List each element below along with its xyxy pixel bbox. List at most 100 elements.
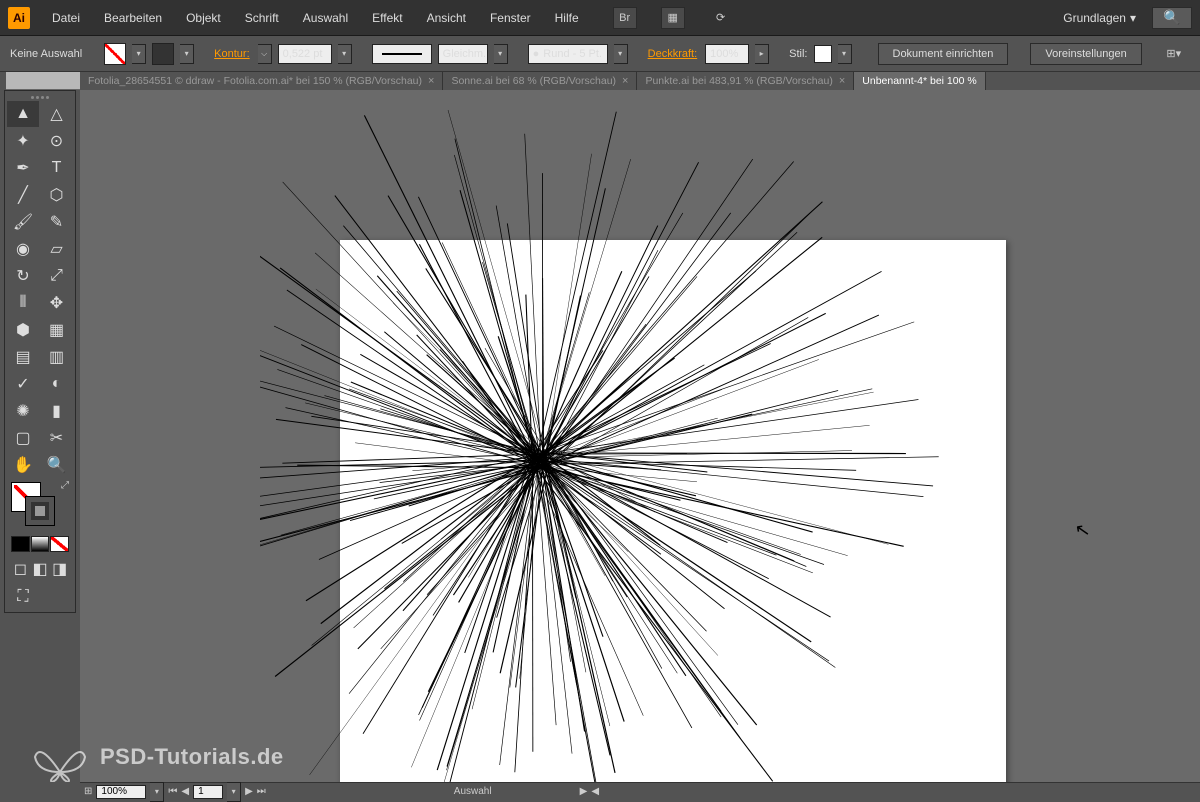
tool-paintbrush[interactable]: 🖌 (7, 209, 39, 235)
sync-icon[interactable]: ⟳ (709, 7, 733, 29)
color-mode-solid[interactable] (11, 536, 30, 552)
preferences-button[interactable]: Voreinstellungen (1030, 43, 1141, 65)
menu-effekt[interactable]: Effekt (362, 5, 412, 31)
stroke-profile[interactable] (372, 44, 432, 64)
brush-select[interactable]: ● Rund - 5 Pt. (528, 44, 608, 64)
draw-normal[interactable]: ◻ (11, 556, 30, 582)
tool-magic-wand[interactable]: ✦ (7, 128, 39, 154)
stroke-weight-dropdown[interactable]: ▾ (338, 44, 352, 64)
tab-fotolia[interactable]: Fotolia_28654551 © ddraw - Fotolia.com.a… (80, 72, 443, 90)
panel-grip[interactable] (7, 93, 73, 101)
chevron-down-icon: ▾ (1130, 11, 1136, 25)
opacity-input[interactable]: 100% (705, 44, 749, 64)
artboard (340, 240, 1006, 782)
fill-swatch[interactable] (104, 43, 126, 65)
deckkraft-label: Deckkraft: (648, 48, 698, 60)
fill-dropdown[interactable]: ▾ (132, 44, 146, 64)
canvas[interactable] (80, 90, 1200, 782)
tool-line[interactable]: ╱ (7, 182, 39, 208)
color-mode-gradient[interactable] (31, 536, 50, 552)
menu-objekt[interactable]: Objekt (176, 5, 231, 31)
menu-hilfe[interactable]: Hilfe (545, 5, 589, 31)
prev-page-icon[interactable]: ◀ (181, 786, 189, 797)
close-icon[interactable]: × (839, 75, 845, 87)
draw-inside[interactable]: ◨ (50, 556, 69, 582)
style-swatch[interactable] (814, 45, 832, 63)
swap-colors-icon[interactable]: ⤢ (61, 480, 69, 491)
tool-direct-selection[interactable]: △ (41, 101, 73, 127)
opacity-dropdown[interactable]: ▸ (755, 44, 769, 64)
workspace-switcher[interactable]: Grundlagen ▾ (1053, 7, 1146, 29)
align-icon[interactable]: ⊞▾ (1162, 43, 1186, 65)
tool-zoom[interactable]: 🔍 (41, 452, 73, 478)
brush-dropdown[interactable]: ▾ (614, 44, 628, 64)
control-bar: Keine Auswahl ▾ ▾ Kontur: ⌵ 0,522 pt ▾ G… (0, 36, 1200, 72)
color-mode-none[interactable] (50, 536, 69, 552)
butterfly-icon (30, 732, 90, 782)
stroke-swatch[interactable] (152, 43, 174, 65)
draw-behind[interactable]: ◧ (31, 556, 50, 582)
tool-gradient[interactable]: ▥ (41, 344, 73, 370)
tool-blend[interactable]: ◐ (41, 371, 73, 397)
close-icon[interactable]: × (428, 75, 434, 87)
tool-perspective[interactable]: ▦ (41, 317, 73, 343)
first-page-icon[interactable]: ⏮ (168, 786, 177, 797)
tool-symbol-sprayer[interactable]: ✺ (7, 398, 39, 424)
menu-bearbeiten[interactable]: Bearbeiten (94, 5, 172, 31)
bridge-icon[interactable]: Br (613, 7, 637, 29)
tool-blob-brush[interactable]: ◉ (7, 236, 39, 262)
zoom-dropdown[interactable]: ▾ (150, 782, 164, 802)
stroke-profile-dropdown[interactable]: ▾ (494, 44, 508, 64)
document-setup-button[interactable]: Dokument einrichten (878, 43, 1009, 65)
stroke-color[interactable] (25, 496, 55, 526)
document-tabs: Fotolia_28654551 © ddraw - Fotolia.com.a… (80, 72, 1200, 90)
style-dropdown[interactable]: ▾ (838, 44, 852, 64)
tab-sonne[interactable]: Sonne.ai bei 68 % (RGB/Vorschau)× (443, 72, 637, 90)
screen-mode-2 (41, 584, 73, 610)
tool-eyedropper[interactable]: ✓ (7, 371, 39, 397)
status-bar: ⊞ 100% ▾ ⏮ ◀ 1 ▾ ▶ ⏭ Auswahl ▶ ◀ (80, 782, 1200, 800)
nav-icon[interactable]: ⊞ (84, 786, 92, 797)
tool-eraser[interactable]: ▱ (41, 236, 73, 262)
arrange-icon[interactable]: ▦ (661, 7, 685, 29)
menu-ansicht[interactable]: Ansicht (417, 5, 476, 31)
tool-hand[interactable]: ✋ (7, 452, 39, 478)
kontur-link[interactable]: ⌵ (258, 44, 272, 64)
tool-scale[interactable]: ⤢ (41, 263, 73, 289)
screen-mode[interactable]: ⛶ (7, 584, 39, 610)
page-input[interactable]: 1 (193, 785, 223, 799)
tool-artboard[interactable]: ▢ (7, 425, 39, 451)
tool-slice[interactable]: ✂ (41, 425, 73, 451)
menu-datei[interactable]: Datei (42, 5, 90, 31)
tool-selection[interactable]: ▲ (7, 101, 39, 127)
scroll-left-icon[interactable]: ▶ (580, 786, 588, 797)
tool-lasso[interactable]: ⊙ (41, 128, 73, 154)
tab-unbenannt[interactable]: Unbenannt-4* bei 100 % (854, 72, 985, 90)
tool-pen[interactable]: ✒ (7, 155, 39, 181)
menu-schrift[interactable]: Schrift (235, 5, 289, 31)
menu-auswahl[interactable]: Auswahl (293, 5, 358, 31)
tool-pencil[interactable]: ✎ (41, 209, 73, 235)
tool-rectangle[interactable]: ⬡ (41, 182, 73, 208)
tool-rotate[interactable]: ↻ (7, 263, 39, 289)
next-page-icon[interactable]: ▶ (245, 786, 253, 797)
stroke-profile-label: Gleichm. (438, 44, 488, 64)
watermark: PSD-Tutorials.de (30, 732, 284, 782)
tool-type[interactable]: T (41, 155, 73, 181)
tools-panel: ▲△✦⊙✒T╱⬡🖌✎◉▱↻⤢⫴✥⬢▦▤▥✓◐✺▮▢✂✋🔍 ⤢ ◻ ◧ ◨ ⛶ (4, 90, 76, 613)
scroll-right-icon[interactable]: ◀ (591, 786, 599, 797)
tab-punkte[interactable]: Punkte.ai bei 483,91 % (RGB/Vorschau)× (637, 72, 854, 90)
stroke-weight-input[interactable]: 0,522 pt (278, 44, 332, 64)
page-dropdown[interactable]: ▾ (227, 782, 241, 802)
tool-graph[interactable]: ▮ (41, 398, 73, 424)
tool-mesh[interactable]: ▤ (7, 344, 39, 370)
zoom-level[interactable]: 100% (96, 785, 146, 799)
tool-width[interactable]: ⫴ (7, 290, 39, 316)
last-page-icon[interactable]: ⏭ (257, 786, 266, 797)
search-input[interactable]: 🔍 (1152, 7, 1192, 29)
stroke-dropdown[interactable]: ▾ (180, 44, 194, 64)
close-icon[interactable]: × (622, 75, 628, 87)
menu-fenster[interactable]: Fenster (480, 5, 541, 31)
tool-free-transform[interactable]: ✥ (41, 290, 73, 316)
tool-shape-builder[interactable]: ⬢ (7, 317, 39, 343)
